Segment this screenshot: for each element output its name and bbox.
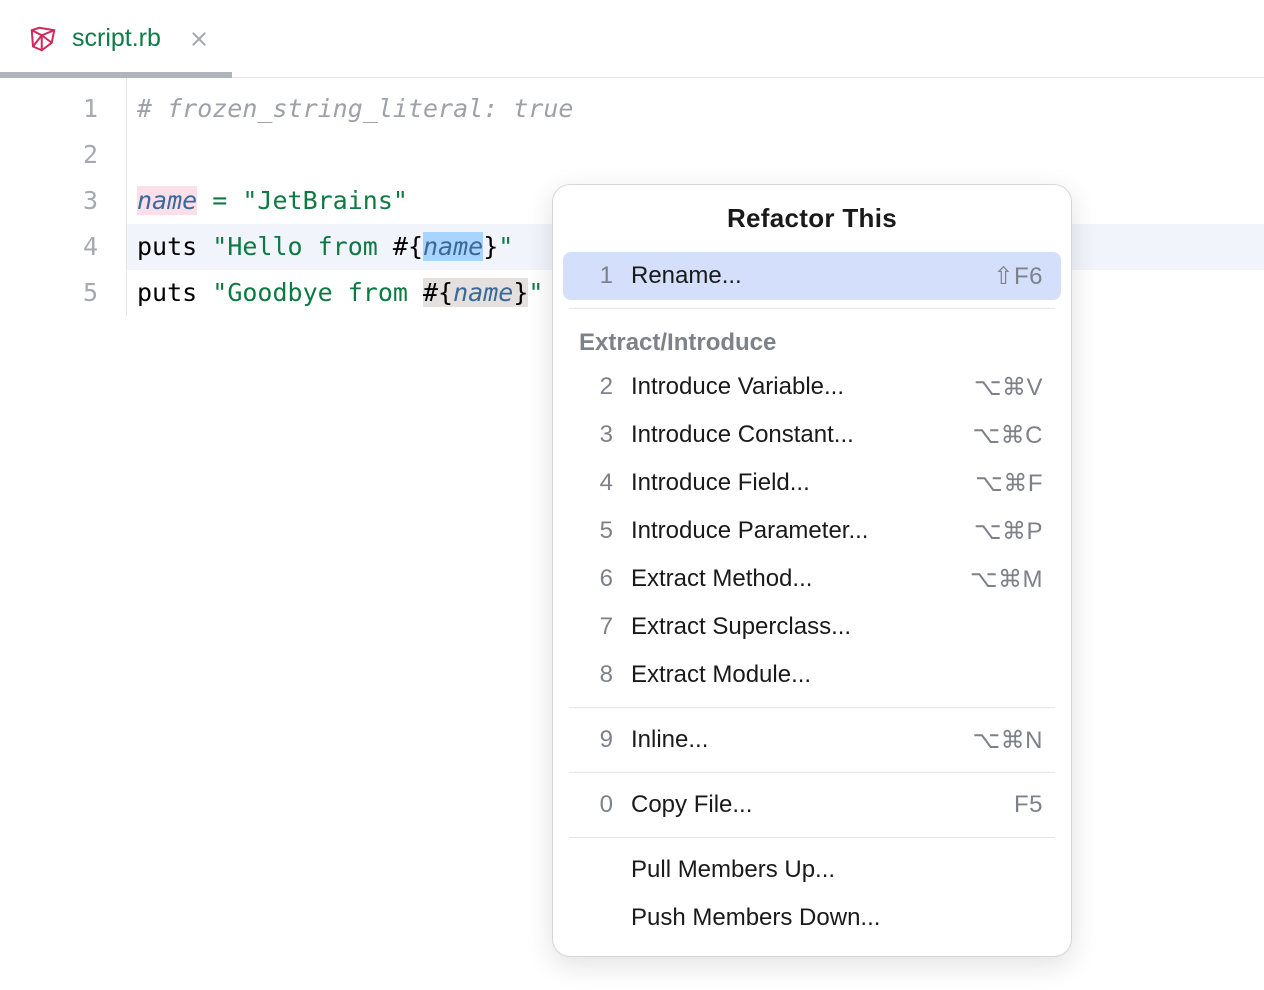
close-icon[interactable] [187,27,211,51]
menu-extract-superclass[interactable]: 7 Extract Superclass... [563,603,1061,651]
menu-item-label: Extract Method... [631,565,970,593]
menu-extract-module[interactable]: 8 Extract Module... [563,651,1061,699]
identifier: name [453,278,513,307]
menu-item-number: 7 [579,613,613,641]
menu-item-label: Copy File... [631,791,1014,819]
code-text: #{ [423,278,453,307]
line-number: 2 [0,132,126,178]
refactor-popup: Refactor This 1 Rename... ⇧F6 Extract/In… [552,184,1072,957]
line-number: 4 [0,224,126,270]
menu-section-extract: Extract/Introduce [563,317,1061,363]
menu-item-label: Inline... [631,726,973,754]
menu-item-shortcut: ⌥⌘C [973,421,1044,450]
menu-separator [569,308,1055,309]
gutter: 1 2 3 4 5 [0,78,127,316]
code-text: #{ [393,232,423,261]
menu-item-shortcut: ⌥⌘N [973,726,1044,755]
menu-item-label: Extract Module... [631,661,1043,689]
menu-item-number: 6 [579,565,613,593]
menu-introduce-variable[interactable]: 2 Introduce Variable... ⌥⌘V [563,363,1061,411]
menu-item-label: Pull Members Up... [631,856,1043,884]
menu-item-label: Introduce Field... [631,469,975,497]
file-tab[interactable]: script.rb [0,0,239,77]
code-line: # frozen_string_literal: true [127,86,1264,132]
menu-item-number: 9 [579,726,613,754]
menu-introduce-field[interactable]: 4 Introduce Field... ⌥⌘F [563,459,1061,507]
menu-item-shortcut: ⌥⌘V [974,373,1043,402]
line-number: 1 [0,86,126,132]
ruby-icon [28,24,58,54]
code-text: } [483,232,498,261]
menu-item-shortcut: ⌥⌘F [975,469,1043,498]
line-number: 5 [0,270,126,316]
menu-item-number: 4 [579,469,613,497]
menu-rename[interactable]: 1 Rename... ⇧F6 [563,252,1061,300]
line-number: 3 [0,178,126,224]
menu-item-number: 2 [579,373,613,401]
code-text: } [513,278,528,307]
menu-item-shortcut: F5 [1014,791,1043,819]
menu-item-number: 1 [579,262,613,290]
menu-item-label: Introduce Variable... [631,373,974,401]
menu-item-label: Introduce Parameter... [631,517,974,545]
menu-item-shortcut: ⌥⌘M [970,565,1043,594]
code-text: "Goodbye from [212,278,423,307]
menu-item-number: 3 [579,421,613,449]
menu-item-shortcut: ⇧F6 [993,262,1043,291]
menu-item-label: Extract Superclass... [631,613,1043,641]
code-text: "Hello from [212,232,393,261]
menu-item-number: 8 [579,661,613,689]
menu-item-label: Introduce Constant... [631,421,973,449]
menu-extract-method[interactable]: 6 Extract Method... ⌥⌘M [563,555,1061,603]
code-text: = "JetBrains" [197,186,408,215]
code-text: " [528,278,543,307]
menu-item-label: Push Members Down... [631,904,1043,932]
menu-item-label: Rename... [631,262,993,290]
identifier-selected: name [423,232,483,261]
tab-bar: script.rb [0,0,1264,78]
menu-introduce-constant[interactable]: 3 Introduce Constant... ⌥⌘C [563,411,1061,459]
identifier: name [137,186,197,215]
menu-separator [569,772,1055,773]
menu-inline[interactable]: 9 Inline... ⌥⌘N [563,716,1061,764]
menu-introduce-parameter[interactable]: 5 Introduce Parameter... ⌥⌘P [563,507,1061,555]
menu-separator [569,837,1055,838]
code-text: " [498,232,513,261]
menu-pull-members-up[interactable]: Pull Members Up... [563,846,1061,894]
code-text: puts [137,232,212,261]
menu-item-number: 0 [579,791,613,819]
menu-separator [569,707,1055,708]
code-line [127,132,1264,178]
tab-filename: script.rb [72,24,161,53]
menu-item-shortcut: ⌥⌘P [974,517,1043,546]
menu-copy-file[interactable]: 0 Copy File... F5 [563,781,1061,829]
popup-title: Refactor This [563,203,1061,234]
menu-item-number: 5 [579,517,613,545]
menu-push-members-down[interactable]: Push Members Down... [563,894,1061,942]
comment-text: # frozen_string_literal: true [137,94,574,123]
code-text: puts [137,278,212,307]
